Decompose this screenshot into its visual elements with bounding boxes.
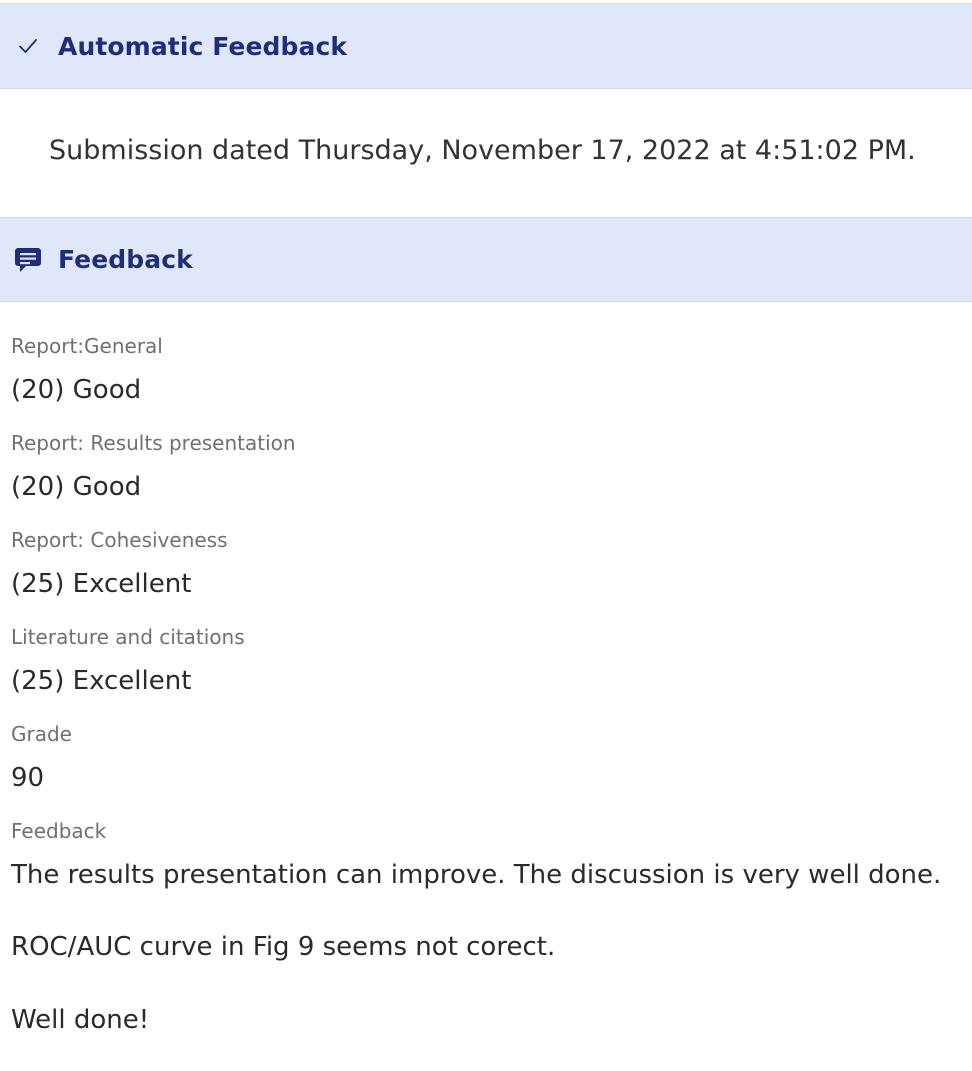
automatic-feedback-header[interactable]: Automatic Feedback [0, 3, 972, 89]
feedback-paragraph: Well done! [11, 1005, 150, 1035]
feedback-title: Feedback [58, 245, 193, 274]
feedback-paragraph: The results presentation can improve. Th… [11, 860, 942, 890]
field-value-grade: 90 [11, 763, 45, 793]
feedback-fields: Report:General (20) Good Report: Results… [11, 330, 961, 847]
field-value-results-presentation: (20) Good [11, 472, 142, 502]
feedback-paragraph: ROC/AUC curve in Fig 9 seems not corect. [11, 932, 556, 962]
automatic-feedback-title: Automatic Feedback [58, 31, 348, 61]
comment-icon [12, 244, 44, 276]
field-label-cohesiveness: Report: Cohesiveness [11, 528, 228, 552]
check-icon [12, 30, 44, 62]
field-value-cohesiveness: (25) Excellent [11, 569, 192, 599]
submission-date-text: Submission dated Thursday, November 17, … [49, 135, 916, 166]
feedback-header[interactable]: Feedback [0, 217, 972, 302]
field-value-report-general: (20) Good [11, 375, 142, 405]
field-label-grade: Grade [11, 722, 72, 746]
field-label-feedback: Feedback [11, 819, 107, 843]
field-label-report-general: Report:General [11, 334, 163, 358]
field-value-literature: (25) Excellent [11, 666, 192, 696]
field-label-results-presentation: Report: Results presentation [11, 431, 296, 455]
field-label-literature: Literature and citations [11, 625, 245, 649]
